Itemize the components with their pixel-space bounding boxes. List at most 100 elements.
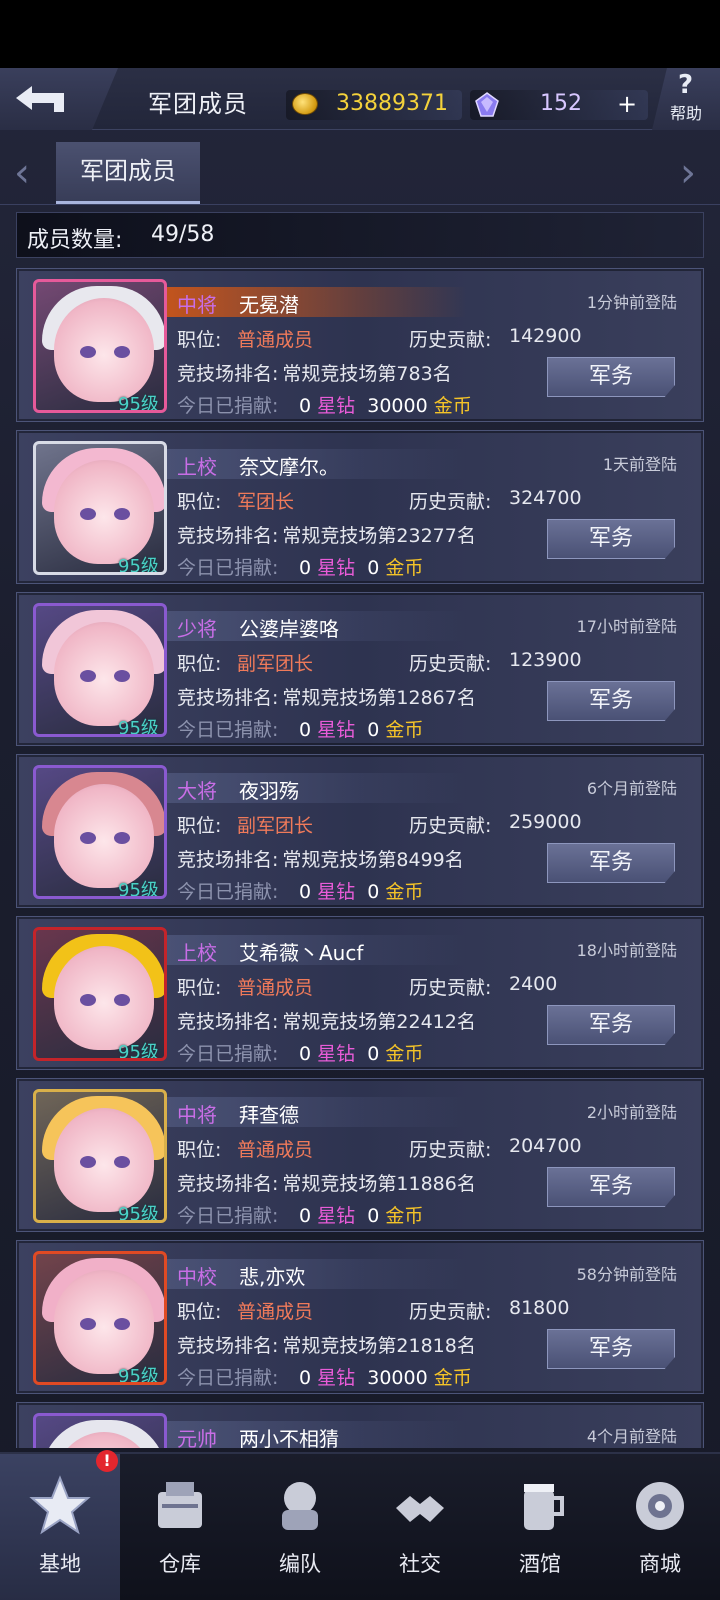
tab-prev-arrow-icon[interactable]: ‹: [14, 150, 30, 196]
donation-gold: 0: [367, 557, 380, 579]
member-name: 夜羽殇: [239, 779, 299, 803]
arena-rank-value: 常规竞技场第783名: [282, 363, 452, 385]
donation-gold: 0: [367, 719, 380, 741]
avatar-eye: [114, 832, 130, 844]
member-card[interactable]: 95级 上校 奈文摩尔。 1天前登陆 职位: 军团长 历史贡献: 324700 …: [16, 430, 704, 584]
nav-item-tavern[interactable]: 酒馆: [480, 1454, 600, 1600]
avatar-face: [54, 298, 154, 402]
position-label: 职位:: [177, 1301, 222, 1323]
duty-button[interactable]: 军务: [547, 357, 675, 397]
avatar-eye: [114, 1156, 130, 1168]
donation-stars: 0: [299, 1205, 312, 1227]
member-card[interactable]: 95级 上校 艾希薇丶Aucf 18小时前登陆 职位: 普通成员 历史贡献: 2…: [16, 916, 704, 1070]
member-name: 无冕潜: [239, 293, 299, 317]
help-icon: ?: [678, 70, 694, 100]
arena-rank-label: 竞技场排名:: [177, 1173, 279, 1195]
position-value: 军团长: [237, 491, 295, 513]
star-unit: 星钻: [317, 719, 356, 741]
history-contribution-value: 2400: [509, 973, 558, 995]
arena-rank-value: 常规竞技场第22412名: [282, 1011, 476, 1033]
avatar-eye: [80, 1318, 96, 1330]
nav-label: 仓库: [159, 1552, 201, 1576]
history-contribution-label: 历史贡献:: [409, 653, 492, 675]
member-card[interactable]: 95级 少将 公婆岸婆咯 17小时前登陆 职位: 副军团长 历史贡献: 1239…: [16, 592, 704, 746]
gem-amount: 152: [540, 91, 582, 116]
gold-amount: 33889371: [336, 91, 448, 116]
tab-divider: [0, 204, 720, 205]
star-diamond-icon: [475, 92, 499, 117]
nav-item-shop[interactable]: 商城: [600, 1454, 720, 1600]
member-card[interactable]: 95级 中将 拜查德 2小时前登陆 职位: 普通成员 历史贡献: 204700 …: [16, 1078, 704, 1232]
nav-item-social[interactable]: 社交: [360, 1454, 480, 1600]
donation-gold: 0: [367, 881, 380, 903]
nav-item-formation[interactable]: 编队: [240, 1454, 360, 1600]
member-name: 拜查德: [239, 1103, 299, 1127]
member-rank: 上校: [177, 455, 217, 479]
avatar[interactable]: 95级: [33, 927, 167, 1061]
member-level: 95级: [118, 1042, 159, 1061]
duty-button[interactable]: 军务: [547, 1005, 675, 1045]
help-button[interactable]: ? 帮助: [652, 68, 720, 130]
member-level: 95级: [118, 1366, 159, 1385]
tab-next-arrow-icon[interactable]: ›: [680, 150, 696, 196]
gold-unit: 金币: [433, 1367, 472, 1389]
avatar-face: [54, 1108, 154, 1212]
avatar[interactable]: 95级: [33, 1089, 167, 1223]
avatar[interactable]: [33, 1413, 167, 1448]
donation-gold: 30000: [367, 395, 428, 417]
donation-label: 今日已捐献:: [177, 395, 279, 417]
avatar[interactable]: 95级: [33, 603, 167, 737]
bottom-nav: 基地 ! 仓库 编队 社交 酒馆 商城: [0, 1450, 720, 1600]
position-value: 普通成员: [237, 329, 314, 351]
star-unit: 星钻: [317, 1043, 356, 1065]
duty-button[interactable]: 军务: [547, 1329, 675, 1369]
gold-unit: 金币: [385, 881, 424, 903]
position-label: 职位:: [177, 1139, 222, 1161]
star-unit: 星钻: [317, 557, 356, 579]
duty-button[interactable]: 军务: [547, 843, 675, 883]
member-rank: 元帅: [177, 1427, 217, 1448]
arena-rank-row: 竞技场排名: 常规竞技场第22412名: [177, 1007, 476, 1034]
position-value: 普通成员: [237, 1301, 314, 1323]
star-unit: 星钻: [317, 1205, 356, 1227]
nav-item-base[interactable]: 基地 !: [0, 1450, 120, 1600]
gold-coin-icon: [292, 93, 318, 115]
duty-button[interactable]: 军务: [547, 1167, 675, 1207]
duty-button[interactable]: 军务: [547, 681, 675, 721]
history-contribution-value: 204700: [509, 1135, 582, 1157]
member-card[interactable]: 95级 大将 夜羽殇 6个月前登陆 职位: 副军团长 历史贡献: 259000 …: [16, 754, 704, 908]
avatar-face: [54, 1270, 154, 1374]
history-contribution-label: 历史贡献:: [409, 815, 492, 837]
member-card[interactable]: 95级 中校 悲,亦欢 58分钟前登陆 职位: 普通成员 历史贡献: 81800…: [16, 1240, 704, 1394]
donation-label: 今日已捐献:: [177, 557, 279, 579]
member-card[interactable]: 元帅 两小不相猜 4个月前登陆 职位: 普通成员 历史贡献: 494700: [16, 1402, 704, 1448]
avatar[interactable]: 95级: [33, 279, 167, 413]
donation-values: 0 星钻 0 金币: [299, 553, 423, 580]
gold-unit: 金币: [385, 1043, 424, 1065]
gold-unit: 金币: [385, 719, 424, 741]
tab-bar: ‹ 军团成员 ›: [0, 140, 720, 206]
add-gems-button[interactable]: +: [610, 92, 644, 118]
donation-values: 0 星钻 0 金币: [299, 877, 423, 904]
avatar[interactable]: 95级: [33, 1251, 167, 1385]
back-button[interactable]: [0, 68, 118, 130]
duty-button[interactable]: 军务: [547, 519, 675, 559]
gold-unit: 金币: [385, 1205, 424, 1227]
avatar[interactable]: 95级: [33, 441, 167, 575]
arena-rank-label: 竞技场排名:: [177, 525, 279, 547]
tab-legion-members[interactable]: 军团成员: [56, 142, 200, 204]
member-card[interactable]: 95级 中将 无冕潜 1分钟前登陆 职位: 普通成员 历史贡献: 142900 …: [16, 268, 704, 422]
avatar-eye: [80, 346, 96, 358]
formation-icon: [282, 1482, 318, 1530]
notification-badge: !: [96, 1450, 118, 1472]
history-contribution-label: 历史贡献:: [409, 491, 492, 513]
arena-rank-value: 常规竞技场第8499名: [282, 849, 464, 871]
nav-item-warehouse[interactable]: 仓库: [120, 1454, 240, 1600]
avatar-eye: [114, 508, 130, 520]
member-list[interactable]: 95级 中将 无冕潜 1分钟前登陆 职位: 普通成员 历史贡献: 142900 …: [16, 268, 704, 1448]
star-unit: 星钻: [317, 1367, 356, 1389]
avatar[interactable]: 95级: [33, 765, 167, 899]
social-icon: [396, 1496, 444, 1522]
donation-gold: 30000: [367, 1367, 428, 1389]
member-name: 奈文摩尔。: [239, 455, 339, 479]
